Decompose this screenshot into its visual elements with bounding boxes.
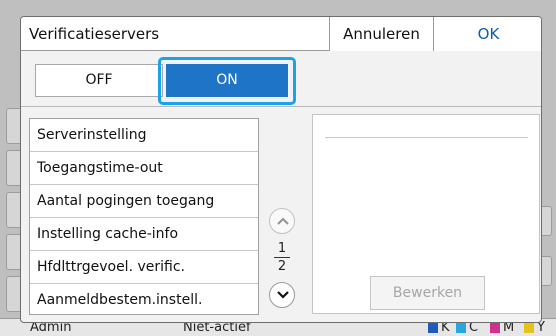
detail-divider	[325, 137, 528, 138]
edit-button[interactable]: Bewerken	[370, 276, 485, 310]
verification-servers-dialog: Verificatieservers Annuleren OK OFF ON S…	[20, 16, 542, 323]
list-item-access-timeout[interactable]: Toegangstime-out	[30, 152, 258, 185]
list-item-server-setting[interactable]: Serverinstelling	[30, 119, 258, 152]
ink-y-icon	[524, 323, 534, 333]
list-item-case-sensitivity[interactable]: Hfdlttrgevoel. verific.	[30, 251, 258, 284]
page-current: 1	[277, 241, 287, 256]
on-off-toggle: OFF ON	[21, 52, 541, 107]
ink-c-icon	[456, 323, 466, 333]
page-down-button[interactable]	[269, 282, 295, 308]
ink-m-icon	[490, 323, 500, 333]
page-up-button[interactable]	[269, 208, 295, 234]
off-button[interactable]: OFF	[35, 64, 163, 97]
list-item-cache-info[interactable]: Instelling cache-info	[30, 218, 258, 251]
detail-panel: Bewerken	[312, 114, 540, 314]
chevron-up-icon	[277, 217, 289, 225]
list-item-login-destination[interactable]: Aanmeldbestem.instell.	[30, 284, 258, 317]
on-button[interactable]: ON	[166, 64, 288, 97]
settings-list: Serverinstelling Toegangstime-out Aantal…	[29, 118, 259, 315]
list-item-access-attempts[interactable]: Aantal pogingen toegang	[30, 185, 258, 218]
dialog-title: Verificatieservers	[29, 25, 160, 43]
ok-button[interactable]: OK	[433, 17, 541, 51]
ink-k-icon	[428, 323, 438, 333]
page-total: 2	[277, 259, 287, 274]
dialog-header: Verificatieservers Annuleren OK	[21, 17, 541, 51]
page-indicator: 1 2	[272, 241, 292, 274]
chevron-down-icon	[277, 291, 289, 299]
cancel-button[interactable]: Annuleren	[329, 17, 433, 51]
